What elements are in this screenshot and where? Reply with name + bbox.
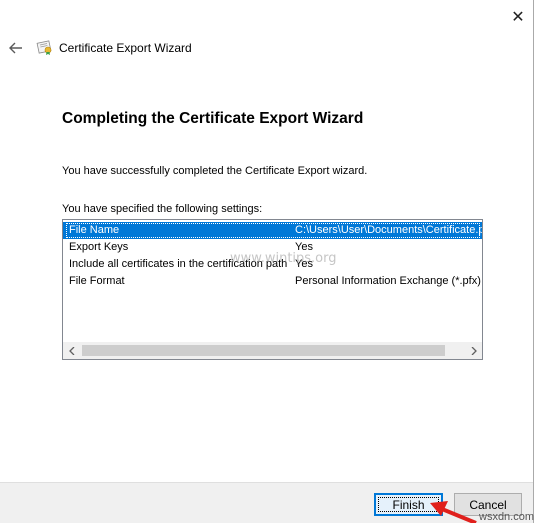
setting-key: File Format — [69, 275, 125, 287]
close-button[interactable]: ✕ — [504, 5, 532, 29]
back-button[interactable] — [6, 38, 26, 58]
wizard-title: Certificate Export Wizard — [59, 41, 192, 55]
corner-watermark: wsxdn.com — [479, 511, 534, 523]
scroll-left-button[interactable] — [63, 342, 80, 359]
chevron-right-icon — [471, 346, 477, 355]
red-arrow-annotation-icon — [430, 501, 477, 523]
chevron-left-icon — [68, 346, 74, 355]
close-icon: ✕ — [511, 9, 525, 26]
certificate-icon — [36, 40, 52, 55]
horizontal-scrollbar[interactable] — [63, 342, 482, 359]
settings-list[interactable]: File Name C:\Users\User\Documents\Certif… — [62, 219, 483, 360]
success-message: You have successfully completed the Cert… — [62, 165, 368, 177]
setting-value: C:\Users\User\Documents\Certificate.pfx — [295, 224, 483, 236]
setting-value: Personal Information Exchange (*.pfx) — [295, 275, 481, 287]
certificate-export-wizard-window: Fil · All Control Panel Items ✕ Certific… — [0, 0, 534, 523]
settings-label: You have specified the following setting… — [62, 203, 263, 215]
scroll-right-button[interactable] — [465, 342, 482, 359]
page-heading: Completing the Certificate Export Wizard — [62, 110, 364, 127]
list-item[interactable]: File Name C:\Users\User\Documents\Certif… — [63, 222, 482, 239]
watermark-text: www.wintips.org — [230, 251, 337, 266]
setting-key: File Name — [69, 224, 120, 236]
background-window-edge: Fil · All Control Panel Items — [0, 0, 534, 4]
list-item[interactable]: File Format Personal Information Exchang… — [63, 273, 482, 290]
setting-key: Export Keys — [69, 241, 129, 253]
scrollbar-thumb[interactable] — [82, 345, 445, 356]
back-arrow-icon — [9, 42, 22, 54]
